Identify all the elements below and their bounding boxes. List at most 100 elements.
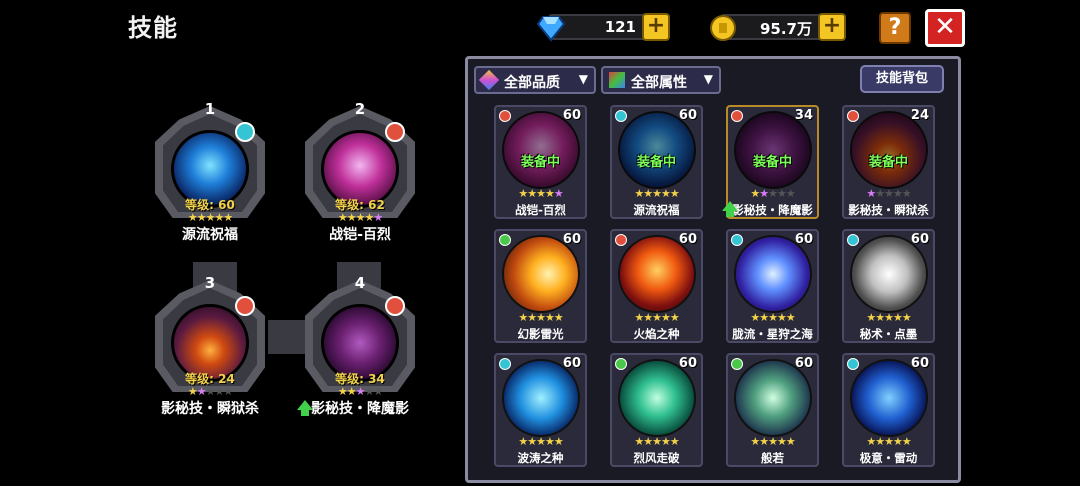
skill-level: 60 — [562, 232, 581, 247]
gem-amount: 121 — [604, 18, 636, 36]
slot-skill-name: 影秘技・瞬狱杀 — [161, 401, 259, 417]
gold-amount: 95.7万 — [759, 20, 812, 38]
star-rating: ★★★★★ — [750, 435, 795, 448]
equipped-slot-3[interactable]: 3 等级: 24 ★★★★★ 影秘技・瞬狱杀 — [145, 272, 275, 422]
quality-filter-label: 全部品质 — [504, 75, 560, 91]
element-badge-icon — [499, 234, 511, 246]
star-rating: ★★★★★ — [518, 311, 563, 324]
upgrade-arrow-icon — [722, 201, 738, 217]
element-badge-icon — [731, 234, 743, 246]
star-rating: ★★★★★ — [187, 211, 233, 224]
attribute-icon — [609, 72, 625, 88]
element-badge-icon — [235, 296, 255, 316]
star-rating: ★★★★★ — [866, 187, 911, 200]
skill-card[interactable]: 60 ★★★★★ 秘术・点墨 — [842, 229, 935, 343]
star-rating: ★★★★★ — [866, 311, 911, 324]
slot-number: 4 — [354, 274, 366, 292]
skill-card[interactable]: 60 ★★★★★ 波涛之种 — [494, 353, 587, 467]
skill-bag-button[interactable]: 技能背包 — [860, 65, 944, 93]
skill-name: 战铠-百烈 — [515, 203, 566, 217]
skill-level: 60 — [562, 108, 581, 123]
slot-number: 1 — [204, 100, 216, 118]
chevron-down-icon: ▼ — [703, 72, 713, 86]
skill-card[interactable]: 60 装备中 ★★★★★ 战铠-百烈 — [494, 105, 587, 219]
add-gems-button[interactable]: + — [642, 13, 670, 41]
coin-icon — [710, 15, 736, 41]
skill-card[interactable]: 60 ★★★★★ 幻影雷光 — [494, 229, 587, 343]
star-rating: ★★★★★ — [750, 311, 795, 324]
skill-card[interactable]: 60 装备中 ★★★★★ 源流祝福 — [610, 105, 703, 219]
skill-name: 胧流・星狩之海 — [732, 327, 813, 341]
element-badge-icon — [847, 110, 859, 122]
gem-counter: 121 + — [536, 13, 670, 42]
page-title: 技能 — [128, 14, 178, 42]
element-badge-icon — [499, 110, 511, 122]
skill-level: 60 — [794, 356, 813, 371]
element-badge-icon — [731, 358, 743, 370]
diamond-icon — [536, 16, 566, 42]
element-badge-icon — [847, 358, 859, 370]
slot-skill-name: 源流祝福 — [182, 227, 238, 243]
quality-filter-dropdown[interactable]: 全部品质 ▼ — [474, 66, 596, 94]
equipped-label: 装备中 — [636, 155, 676, 170]
slot-number: 2 — [354, 100, 366, 118]
star-rating: ★★★★★ — [866, 435, 911, 448]
star-rating: ★★★★★ — [634, 435, 679, 448]
element-badge-icon — [499, 358, 511, 370]
skill-level: 60 — [678, 108, 697, 123]
help-button[interactable]: ? — [879, 12, 911, 44]
star-rating: ★★★★★ — [337, 211, 383, 224]
skill-level: 60 — [562, 356, 581, 371]
star-rating: ★★★★★ — [634, 311, 679, 324]
attribute-filter-dropdown[interactable]: 全部属性 ▼ — [601, 66, 721, 94]
skill-name: 火焰之种 — [633, 327, 680, 341]
element-badge-icon — [615, 358, 627, 370]
skill-level: 24 — [910, 108, 929, 123]
skill-level: 60 — [794, 232, 813, 247]
element-badge-icon — [847, 234, 859, 246]
slot-number: 3 — [204, 274, 216, 292]
star-rating: ★★★★★ — [187, 385, 233, 398]
attribute-filter-label: 全部属性 — [631, 75, 687, 91]
skill-level: 60 — [678, 356, 697, 371]
skill-name: 极意・雷动 — [859, 451, 918, 465]
element-badge-icon — [385, 122, 405, 142]
skill-level: 34 — [794, 108, 813, 123]
element-badge-icon — [615, 234, 627, 246]
skill-card[interactable]: 60 ★★★★★ 极意・雷动 — [842, 353, 935, 467]
gold-counter: 95.7万 + — [710, 13, 846, 41]
skill-name: 波涛之种 — [517, 451, 564, 465]
slot-skill-name: 战铠-百烈 — [329, 227, 391, 243]
equipped-label: 装备中 — [868, 155, 908, 170]
skill-card[interactable]: 34 装备中 ★★★★★ 影秘技・降魔影 — [722, 105, 819, 219]
skill-card[interactable]: 60 ★★★★★ 般若 — [726, 353, 819, 467]
skill-level: 60 — [910, 232, 929, 247]
skill-name: 源流祝福 — [633, 203, 680, 217]
skill-name: 影秘技・瞬狱杀 — [848, 203, 929, 217]
star-rating: ★★★★★ — [750, 187, 795, 200]
quality-icon — [478, 69, 500, 91]
skill-level: 60 — [678, 232, 697, 247]
element-badge-icon — [615, 110, 627, 122]
equipped-slot-2[interactable]: 2 等级: 62 ★★★★★ 战铠-百烈 — [295, 98, 425, 248]
skill-name: 幻影雷光 — [517, 327, 564, 341]
skill-name: 秘术・点墨 — [859, 327, 918, 341]
skill-grid: 60 装备中 ★★★★★ 战铠-百烈 60 装备中 ★★★★★ 源流祝福 34 装备中 ★★★★★ 影… — [490, 105, 950, 485]
skill-name: 般若 — [761, 451, 784, 465]
element-badge-icon — [235, 122, 255, 142]
equipped-slot-4[interactable]: 4 等级: 34 ★★★★★ 影秘技・降魔影 — [295, 272, 425, 422]
star-rating: ★★★★★ — [518, 435, 563, 448]
star-rating: ★★★★★ — [518, 187, 563, 200]
skill-card[interactable]: 60 ★★★★★ 胧流・星狩之海 — [726, 229, 819, 343]
add-gold-button[interactable]: + — [818, 13, 846, 41]
skill-card[interactable]: 60 ★★★★★ 火焰之种 — [610, 229, 703, 343]
star-rating: ★★★★★ — [634, 187, 679, 200]
skill-card[interactable]: 60 ★★★★★ 烈风走破 — [610, 353, 703, 467]
element-badge-icon — [731, 110, 743, 122]
equipped-slot-1[interactable]: 1 等级: 60 ★★★★★ 源流祝福 — [145, 98, 275, 248]
close-button[interactable]: ✕ — [925, 9, 965, 47]
star-rating: ★★★★★ — [337, 385, 383, 398]
skill-card[interactable]: 24 装备中 ★★★★★ 影秘技・瞬狱杀 — [842, 105, 935, 219]
equipped-label: 装备中 — [520, 155, 560, 170]
skill-level: 60 — [910, 356, 929, 371]
